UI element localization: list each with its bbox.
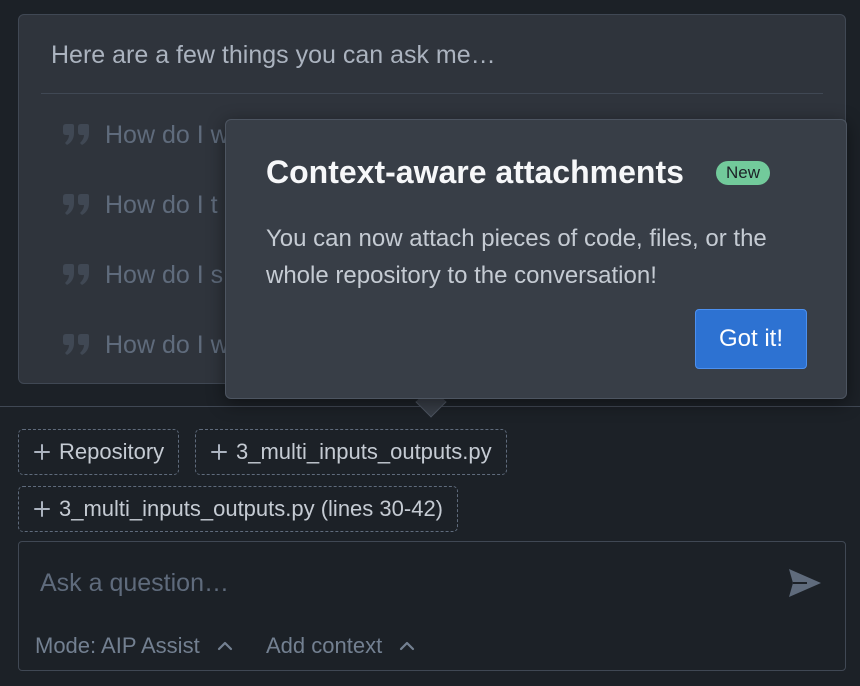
quote-icon	[61, 260, 91, 290]
question-input[interactable]	[20, 543, 844, 623]
add-context-selector[interactable]: Add context	[266, 630, 416, 662]
context-chip-repository[interactable]: Repository	[18, 429, 180, 475]
composer: Mode: AIP Assist Add context	[18, 541, 846, 671]
plus-icon	[210, 443, 228, 461]
got-it-button[interactable]: Got it!	[695, 309, 807, 369]
suggestion-item[interactable]: How do I w	[61, 115, 229, 155]
mode-selector[interactable]: Mode: AIP Assist	[35, 630, 234, 662]
suggestions-divider	[41, 93, 823, 94]
popover-body: You can now attach pieces of code, files…	[266, 225, 767, 289]
suggestion-text: How do I t	[105, 190, 218, 219]
suggestion-item[interactable]: How do I w	[61, 325, 229, 365]
quote-icon	[61, 190, 91, 220]
chip-label: 3_multi_inputs_outputs.py (lines 30-42)	[59, 496, 444, 521]
suggestion-text: How do I w	[105, 120, 229, 149]
popover-title: Context-aware attachments	[266, 154, 684, 190]
new-badge: New	[716, 161, 771, 185]
quote-icon	[61, 330, 91, 360]
chevron-up-icon	[398, 637, 416, 655]
quote-icon	[61, 120, 91, 150]
suggestion-item[interactable]: How do I s	[61, 255, 223, 295]
send-icon	[787, 567, 823, 599]
chevron-up-icon	[216, 637, 234, 655]
chip-label: Repository	[59, 439, 165, 464]
send-button[interactable]	[783, 562, 827, 604]
suggestion-item[interactable]: How do I t	[61, 185, 218, 225]
plus-icon	[33, 443, 51, 461]
context-chip-file-lines[interactable]: 3_multi_inputs_outputs.py (lines 30-42)	[18, 486, 459, 532]
chip-label: 3_multi_inputs_outputs.py	[236, 439, 492, 464]
assistant-panel: Here are a few things you can ask me… Ho…	[0, 0, 860, 686]
feature-popover: Context-aware attachments New You can no…	[225, 119, 847, 399]
suggestion-text: How do I w	[105, 330, 229, 359]
add-context-label: Add context	[266, 633, 383, 658]
plus-icon	[33, 500, 51, 518]
suggestions-heading: Here are a few things you can ask me…	[51, 41, 496, 69]
mode-label: Mode: AIP Assist	[35, 633, 200, 658]
context-chip-file[interactable]: 3_multi_inputs_outputs.py	[195, 429, 507, 475]
suggestion-text: How do I s	[105, 260, 224, 289]
